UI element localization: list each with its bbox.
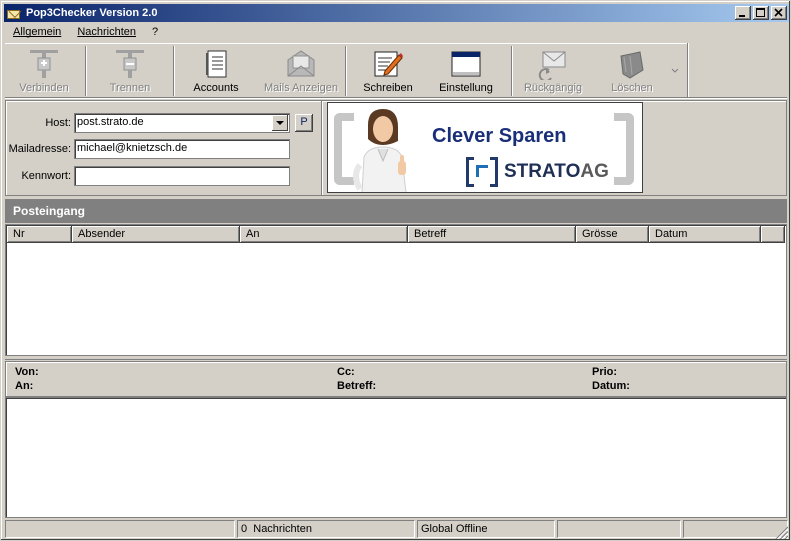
undo-button[interactable]: Rückgängig xyxy=(517,46,589,96)
settings-label: Einstellung xyxy=(439,82,493,94)
toolbar-separator xyxy=(85,46,87,96)
toolbar-bottom-rule xyxy=(5,97,787,99)
mail-label: Mailadresse: xyxy=(8,143,71,155)
delete-label: Löschen xyxy=(611,82,653,94)
pane-splitter[interactable] xyxy=(5,356,787,360)
undo-envelope-icon xyxy=(537,48,569,83)
menu-bar: Allgemein Nachrichten ? xyxy=(5,24,166,42)
panel-separator xyxy=(321,101,323,195)
column-absender[interactable]: Absender xyxy=(72,226,240,243)
woman-thumbs-up-image xyxy=(353,109,407,192)
disconnect-label: Trennen xyxy=(109,82,151,94)
resize-grip-icon[interactable] xyxy=(775,526,788,539)
password-label: Kennwort: xyxy=(21,170,71,182)
toolbar-separator xyxy=(345,46,347,96)
inbox-list[interactable]: Nr Absender An Betreff Grösse Datum xyxy=(5,224,787,356)
column-datum[interactable]: Datum xyxy=(649,226,761,243)
show-mails-label: Mails Anzeigen xyxy=(264,82,338,94)
status-pane-empty-2 xyxy=(557,520,681,538)
message-header-panel: Von: An: Cc: Betreff: Prio: Datum: xyxy=(5,361,787,397)
brand-suffix: AG xyxy=(580,161,609,182)
status-bar: 0 Nachrichten Global Offline xyxy=(5,520,788,539)
column-filler xyxy=(761,226,785,243)
plug-disconnect-icon xyxy=(114,48,146,80)
menu-allgemein[interactable]: Allgemein xyxy=(5,24,69,42)
strato-logo: STRATOAG xyxy=(466,155,609,189)
trash-icon xyxy=(616,48,648,80)
maximize-icon xyxy=(756,8,765,17)
undo-label: Rückgängig xyxy=(523,82,583,94)
write-label: Schreiben xyxy=(363,82,413,94)
delete-button[interactable]: Löschen xyxy=(601,46,663,96)
toolbar-overflow-chevron-icon[interactable] xyxy=(671,66,679,74)
status-mode: Global Offline xyxy=(417,520,555,538)
accounts-button[interactable]: Accounts xyxy=(185,46,247,96)
p-button[interactable]: P xyxy=(295,114,313,132)
write-pencil-icon xyxy=(372,48,404,80)
title-bar[interactable]: Pop3Checker Version 2.0 xyxy=(4,4,789,22)
date-label: Datum: xyxy=(592,380,630,392)
column-groesse[interactable]: Grösse xyxy=(576,226,649,243)
connect-label: Verbinden xyxy=(19,82,69,94)
accounts-label: Accounts xyxy=(193,82,239,94)
menu-help[interactable]: ? xyxy=(144,24,166,42)
strato-mark-icon xyxy=(466,157,498,187)
toolbar-separator xyxy=(173,46,175,96)
banner-slogan: Clever Sparen xyxy=(432,125,567,147)
brand-name: STRATO xyxy=(504,161,581,182)
message-body[interactable] xyxy=(5,397,787,518)
message-count: 0 xyxy=(241,523,248,535)
toolbar-end-separator xyxy=(687,43,689,97)
close-button[interactable] xyxy=(771,6,787,20)
column-an[interactable]: An xyxy=(240,226,408,243)
minimize-icon xyxy=(739,15,745,17)
host-value: post.strato.de xyxy=(77,116,144,128)
open-envelope-icon xyxy=(285,48,317,80)
to-label: An: xyxy=(15,380,34,392)
column-nr[interactable]: Nr xyxy=(7,226,72,243)
email-field[interactable]: michael@knietzsch.de xyxy=(74,139,290,159)
dropdown-arrow-icon[interactable] xyxy=(272,115,288,131)
inbox-title: Posteingang xyxy=(5,199,787,223)
banner-bracket-right xyxy=(614,113,634,185)
status-message-count: 0 Nachrichten xyxy=(237,520,415,538)
cc-label: Cc: xyxy=(337,366,355,378)
toolbar: Verbinden Trennen Accounts Mails Anzeige… xyxy=(5,43,688,97)
app-envelope-icon xyxy=(6,6,22,20)
host-label: Host: xyxy=(45,117,71,129)
window-title: Pop3Checker Version 2.0 xyxy=(26,7,158,19)
status-pane-empty-1 xyxy=(5,520,235,538)
column-betreff[interactable]: Betreff xyxy=(408,226,576,243)
close-icon xyxy=(774,8,783,17)
maximize-button[interactable] xyxy=(753,6,769,20)
main-window: Pop3Checker Version 2.0 Allgemein Nachri… xyxy=(0,0,791,541)
settings-button[interactable]: Einstellung xyxy=(431,46,501,96)
toolbar-separator xyxy=(511,46,513,96)
priority-label: Prio: xyxy=(592,366,618,378)
minimize-button[interactable] xyxy=(735,6,751,20)
from-label: Von: xyxy=(15,366,39,378)
show-mails-button[interactable]: Mails Anzeigen xyxy=(262,46,340,96)
address-book-icon xyxy=(200,48,232,80)
settings-window-icon xyxy=(450,48,482,80)
status-pane-empty-3 xyxy=(683,520,788,538)
email-value: michael@knietzsch.de xyxy=(77,142,188,154)
write-button[interactable]: Schreiben xyxy=(357,46,419,96)
password-field[interactable] xyxy=(74,166,290,186)
messages-label: Nachrichten xyxy=(253,523,312,535)
inbox-column-headers: Nr Absender An Betreff Grösse Datum xyxy=(7,226,785,243)
connect-button[interactable]: Verbinden xyxy=(11,46,77,96)
strato-banner-ad[interactable]: Clever Sparen STRATOAG xyxy=(327,102,643,193)
plug-connect-icon xyxy=(28,48,60,80)
disconnect-button[interactable]: Trennen xyxy=(97,46,163,96)
menu-nachrichten[interactable]: Nachrichten xyxy=(69,24,144,42)
subject-label: Betreff: xyxy=(337,380,377,392)
host-combobox[interactable]: post.strato.de xyxy=(74,113,290,133)
